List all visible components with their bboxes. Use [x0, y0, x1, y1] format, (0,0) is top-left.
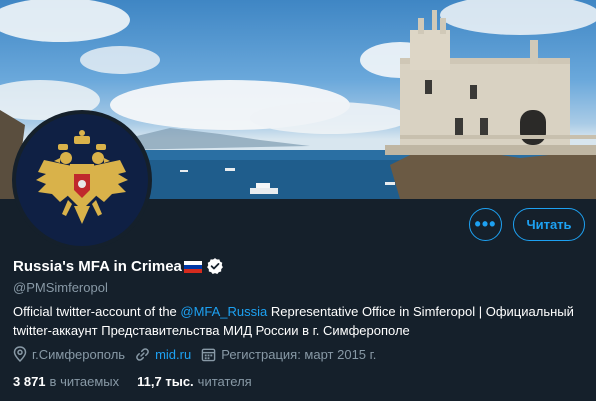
followers-count: 11,7 тыс.: [137, 374, 194, 389]
follow-button-label: Читать: [526, 217, 572, 232]
location-text: г.Симферополь: [32, 346, 126, 362]
profile-joined-date: Регистрация: март 2015 г.: [201, 347, 376, 362]
followers-label: читателя: [197, 374, 252, 389]
bio-text-start: Official twitter-account of the: [13, 304, 181, 319]
double-headed-eagle-emblem-icon: [36, 130, 128, 224]
bio-mention-link[interactable]: @MFA_Russia: [180, 304, 267, 319]
profile-website[interactable]: mid.ru: [135, 347, 191, 362]
profile-name-row: Russia's MFA in Crimea: [13, 257, 224, 275]
profile-location: г.Симферополь: [13, 346, 125, 362]
following-label: в читаемых: [49, 374, 120, 389]
profile-bio: Official twitter-account of the @MFA_Rus…: [13, 302, 588, 340]
joined-text: Регистрация: март 2015 г.: [221, 346, 377, 362]
more-options-label: •••: [474, 214, 497, 234]
profile-avatar[interactable]: [12, 110, 152, 250]
following-stat[interactable]: 3 871 в читаемых: [13, 374, 119, 389]
profile-stats: 3 871 в читаемых 11,7 тыс. читателя: [13, 374, 270, 389]
profile-handle: @PMSimferopol: [13, 280, 108, 295]
display-name: Russia's MFA in Crimea: [13, 257, 182, 275]
calendar-icon: [201, 348, 216, 361]
more-options-button[interactable]: •••: [469, 208, 502, 241]
profile-meta-row: г.Симферополь mid.ru Регистрация: март 2…: [13, 346, 386, 362]
location-pin-icon: [13, 346, 27, 362]
verified-badge-icon: [207, 258, 223, 274]
link-icon: [136, 347, 149, 361]
website-link[interactable]: mid.ru: [155, 347, 191, 362]
avatar-image: [16, 114, 148, 246]
follow-button[interactable]: Читать: [513, 208, 585, 241]
followers-stat[interactable]: 11,7 тыс. читателя: [137, 374, 252, 389]
following-count: 3 871: [13, 374, 46, 389]
russian-flag-icon: [183, 261, 202, 273]
